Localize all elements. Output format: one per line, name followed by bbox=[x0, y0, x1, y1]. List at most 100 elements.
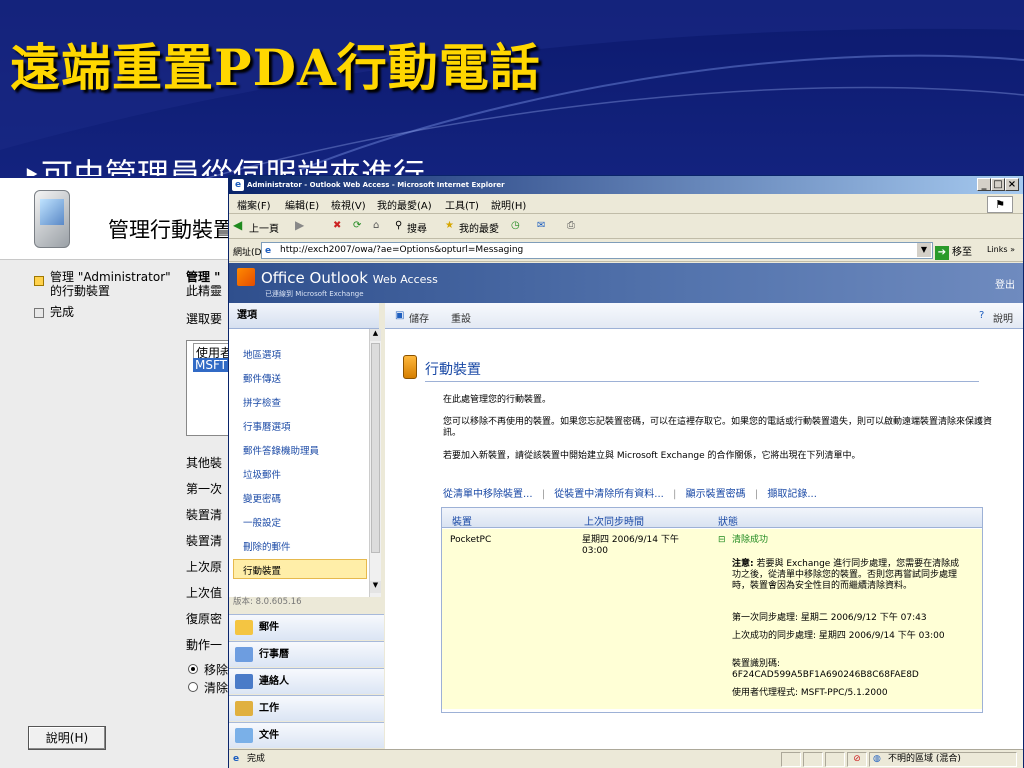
history-icon[interactable]: ◷ bbox=[511, 220, 520, 231]
status-note: 注意: 若要與 Exchange 進行同步處理，您需要在清除成功之後，從清單中移… bbox=[732, 559, 960, 591]
remove-device-link[interactable]: 從清單中移除裝置... bbox=[443, 489, 533, 500]
module-mail[interactable]: 郵件 bbox=[229, 614, 384, 640]
ie-toolbar: ◀ 上一頁 ▶ ✖ ⟳ ⌂ ⚲ 搜尋 ★ 我的最愛 ◷ ✉ ⎙ bbox=[229, 215, 1023, 239]
slide-title: 遠端重置PDA行動電話 bbox=[10, 38, 541, 97]
menu-edit[interactable]: 編輯(E) bbox=[285, 197, 319, 212]
windows-flag-icon: ⚑ bbox=[987, 196, 1013, 213]
choose-label: 選取要 bbox=[186, 312, 223, 326]
documents-module-icon bbox=[235, 728, 253, 743]
nav-password[interactable]: 變更密碼 bbox=[243, 491, 281, 505]
contacts-module-icon bbox=[235, 674, 253, 689]
first-sync: 第一次同步處理: 星期二 2006/9/12 下午 07:43 bbox=[732, 613, 927, 623]
col-status[interactable]: 狀態 bbox=[718, 513, 738, 528]
save-button[interactable]: 儲存 bbox=[409, 310, 429, 325]
scroll-down-icon[interactable]: ▼ bbox=[370, 581, 381, 593]
show-password-link[interactable]: 顯示裝置密碼 bbox=[686, 489, 746, 500]
address-input[interactable]: e http://exch2007/owa/?ae=Options&opturl… bbox=[261, 242, 933, 259]
tasks-module-icon bbox=[235, 701, 253, 716]
office-logo-icon bbox=[237, 268, 255, 286]
status-pane-1 bbox=[781, 752, 801, 767]
col-last-sync[interactable]: 上次同步時間 bbox=[584, 513, 644, 528]
ie-title: Administrator - Outlook Web Access - Mic… bbox=[247, 181, 505, 189]
col-device[interactable]: 裝置 bbox=[452, 513, 472, 528]
device-name: PocketPC bbox=[450, 535, 492, 545]
heading-divider bbox=[425, 381, 979, 382]
nav-messaging[interactable]: 郵件傳送 bbox=[243, 371, 281, 385]
address-value: http://exch2007/owa/?ae=Options&opturl=M… bbox=[280, 245, 524, 255]
wipe-device-link[interactable]: 從裝置中清除所有資料... bbox=[554, 489, 664, 500]
menu-help[interactable]: 說明(H) bbox=[491, 197, 526, 212]
mail-icon[interactable]: ✉ bbox=[537, 220, 545, 231]
device-list-row[interactable]: MSFT bbox=[193, 358, 229, 372]
close-icon[interactable]: × bbox=[1005, 178, 1019, 191]
ie-window: e Administrator - Outlook Web Access - M… bbox=[228, 175, 1024, 768]
module-calendar[interactable]: 行事曆 bbox=[229, 641, 384, 667]
minimize-icon[interactable]: _ bbox=[977, 178, 991, 191]
favorites-button[interactable]: 我的最愛 bbox=[459, 220, 499, 235]
scroll-thumb[interactable] bbox=[371, 343, 380, 553]
refresh-icon[interactable]: ⟳ bbox=[353, 220, 361, 231]
favorites-icon: ★ bbox=[445, 220, 454, 231]
device-list[interactable]: 使用者 MSFT bbox=[186, 340, 232, 436]
pda-icon bbox=[34, 190, 70, 248]
ie-titlebar: e Administrator - Outlook Web Access - M… bbox=[229, 176, 1023, 194]
search-button[interactable]: 搜尋 bbox=[407, 220, 427, 235]
address-dropdown-icon[interactable]: ▼ bbox=[917, 243, 931, 257]
zone-icon: ◍ bbox=[873, 754, 881, 764]
module-contacts[interactable]: 連絡人 bbox=[229, 668, 384, 694]
nav-regional[interactable]: 地區選項 bbox=[243, 347, 281, 361]
nav-scrollbar[interactable]: ▲ ▼ bbox=[369, 329, 381, 597]
info-label-1: 其他裝 bbox=[186, 456, 223, 470]
forward-icon[interactable]: ▶ bbox=[295, 218, 304, 232]
nav-calendar[interactable]: 行事曆選項 bbox=[243, 419, 291, 433]
page-icon: e bbox=[265, 246, 272, 256]
user-agent: 使用者代理程式: MSFT-PPC/5.1.2000 bbox=[732, 688, 888, 698]
nav-spelling[interactable]: 拼字檢查 bbox=[243, 395, 281, 409]
logout-link[interactable]: 登出 bbox=[995, 276, 1015, 291]
wizard-header: 管理行動裝置 bbox=[0, 178, 232, 260]
radio-wipe[interactable] bbox=[188, 682, 198, 692]
retrieve-log-link[interactable]: 擷取記錄... bbox=[767, 489, 817, 500]
popup-blocked-icon[interactable]: ⊘ bbox=[847, 752, 867, 767]
stop-icon[interactable]: ✖ bbox=[333, 220, 341, 231]
scroll-up-icon[interactable]: ▲ bbox=[370, 329, 381, 341]
nav-mobile[interactable]: 行動裝置 bbox=[243, 563, 281, 577]
module-documents[interactable]: 文件 bbox=[229, 722, 384, 748]
menu-tools[interactable]: 工具(T) bbox=[445, 197, 479, 212]
back-icon[interactable]: ◀ bbox=[233, 218, 242, 232]
slide-bullet: ‣可由管理員從伺服端來進行 bbox=[22, 156, 425, 176]
step-manage-2: 的行動裝置 bbox=[50, 284, 111, 298]
print-icon[interactable]: ⎙ bbox=[567, 220, 575, 231]
nav-deleted[interactable]: 刪除的郵件 bbox=[243, 539, 291, 553]
add-device-text: 若要加入新裝置，請從該裝置中開始建立與 Microsoft Exchange 的… bbox=[443, 451, 861, 461]
table-row[interactable]: PocketPC 星期四 2006/9/14 下午 03:00 ⊟ 清除成功 注… bbox=[442, 529, 982, 709]
radio-remove-label: 移除 bbox=[204, 663, 229, 677]
owa-help-link[interactable]: 說明 bbox=[993, 310, 1013, 325]
section-heading: 行動裝置 bbox=[425, 362, 481, 378]
step-complete: 完成 bbox=[50, 305, 75, 319]
reset-button[interactable]: 重設 bbox=[451, 310, 471, 325]
help-button[interactable]: 說明(H) bbox=[28, 726, 106, 750]
menu-file[interactable]: 檔案(F) bbox=[237, 197, 271, 212]
security-zone[interactable]: ◍ 不明的區域 (混合) bbox=[869, 752, 1017, 767]
links-button[interactable]: Links » bbox=[987, 245, 1015, 254]
info-label-3: 裝置清 bbox=[186, 508, 223, 522]
home-icon[interactable]: ⌂ bbox=[373, 220, 379, 231]
go-button[interactable]: ➔ 移至 bbox=[935, 243, 972, 260]
menu-view[interactable]: 檢視(V) bbox=[331, 197, 366, 212]
info-label-6: 上次值 bbox=[186, 586, 223, 600]
back-button[interactable]: 上一頁 bbox=[249, 220, 279, 235]
table-header: 裝置 上次同步時間 狀態 bbox=[442, 508, 982, 528]
maximize-icon[interactable]: □ bbox=[991, 178, 1005, 191]
devices-table: 裝置 上次同步時間 狀態 PocketPC 星期四 2006/9/14 下午 0… bbox=[441, 507, 983, 713]
options-toolbar: ▣ 儲存 重設 ? 說明 bbox=[385, 303, 1023, 329]
menu-favorites[interactable]: 我的最愛(A) bbox=[377, 197, 432, 212]
module-tasks[interactable]: 工作 bbox=[229, 695, 384, 721]
device-id-label: 裝置識別碼: bbox=[732, 659, 781, 669]
nav-oof[interactable]: 郵件答錄機助理員 bbox=[243, 443, 319, 457]
nav-junk[interactable]: 垃圾郵件 bbox=[243, 467, 281, 481]
radio-remove[interactable] bbox=[188, 664, 198, 674]
status-collapse-icon[interactable]: ⊟ bbox=[718, 535, 726, 546]
owa-powered: 已連線到 Microsoft Exchange bbox=[265, 290, 364, 298]
nav-general[interactable]: 一般設定 bbox=[243, 515, 281, 529]
